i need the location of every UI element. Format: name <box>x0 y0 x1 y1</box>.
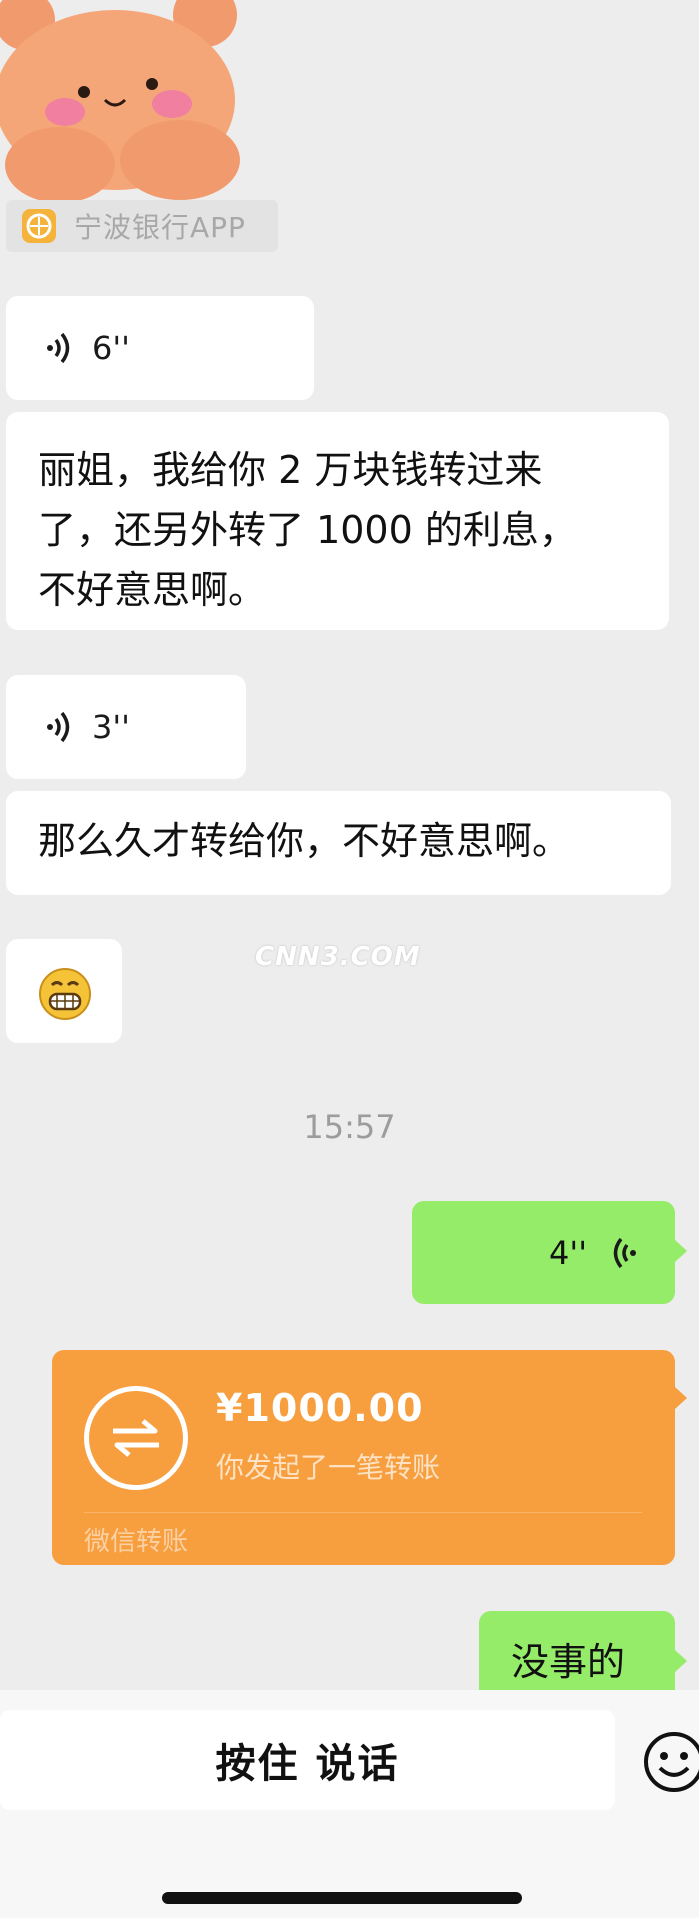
voice-message-outgoing[interactable]: 4'' <box>412 1201 675 1304</box>
bank-logo-icon <box>22 209 56 243</box>
text-message-incoming[interactable]: 丽姐，我给你 2 万块钱转过来 了，还另外转了 1000 的利息， 不好意思啊。 <box>6 412 669 630</box>
voice-wave-icon <box>47 332 70 364</box>
grinning-face-emoji <box>39 968 91 1020</box>
message-text: 没事的 <box>511 1640 626 1684</box>
message-line: 了，还另外转了 1000 的利息， <box>38 508 577 552</box>
source-app-name: 宁波银行APP <box>74 211 246 244</box>
message-line: 丽姐，我给你 2 万块钱转过来 <box>38 448 543 492</box>
bubble-tail <box>675 1387 687 1409</box>
text-message-incoming[interactable]: 那么久才转给你，不好意思啊。 <box>6 791 671 895</box>
message-line: 不好意思啊。 <box>38 568 267 612</box>
transfer-description: 你发起了一笔转账 <box>216 1451 441 1484</box>
divider <box>84 1512 642 1513</box>
hold-to-talk-button[interactable]: 按住 说话 <box>0 1710 615 1810</box>
voice-duration: 6'' <box>92 329 130 367</box>
message-text: 那么久才转给你，不好意思啊。 <box>38 819 571 863</box>
input-bar: 按住 说话 <box>0 1690 699 1918</box>
transfer-label: 微信转账 <box>84 1527 189 1557</box>
voice-duration: 4'' <box>549 1233 587 1272</box>
bubble-tail <box>675 1650 687 1672</box>
transfer-card[interactable]: ¥1000.00 你发起了一笔转账 微信转账 <box>52 1350 675 1565</box>
voice-wave-icon <box>613 1237 636 1268</box>
emoji-message-incoming[interactable] <box>6 939 122 1043</box>
watermark: CNN3.COM <box>255 942 421 972</box>
message-timestamp: 15:57 <box>303 1108 396 1146</box>
voice-wave-icon <box>47 711 70 743</box>
voice-duration: 3'' <box>92 708 130 746</box>
source-app-tag[interactable]: 宁波银行APP <box>6 200 278 252</box>
smiley-icon[interactable] <box>642 1730 699 1794</box>
transfer-amount: ¥1000.00 <box>216 1386 424 1430</box>
transfer-exchange-icon <box>84 1386 188 1490</box>
voice-message-incoming[interactable]: 6'' <box>6 296 314 400</box>
voice-message-incoming[interactable]: 3'' <box>6 675 246 779</box>
bubble-tail <box>675 1240 687 1262</box>
text-message-outgoing[interactable]: 没事的 <box>479 1611 675 1691</box>
home-indicator <box>162 1892 522 1904</box>
bear-sticker[interactable] <box>0 0 255 205</box>
